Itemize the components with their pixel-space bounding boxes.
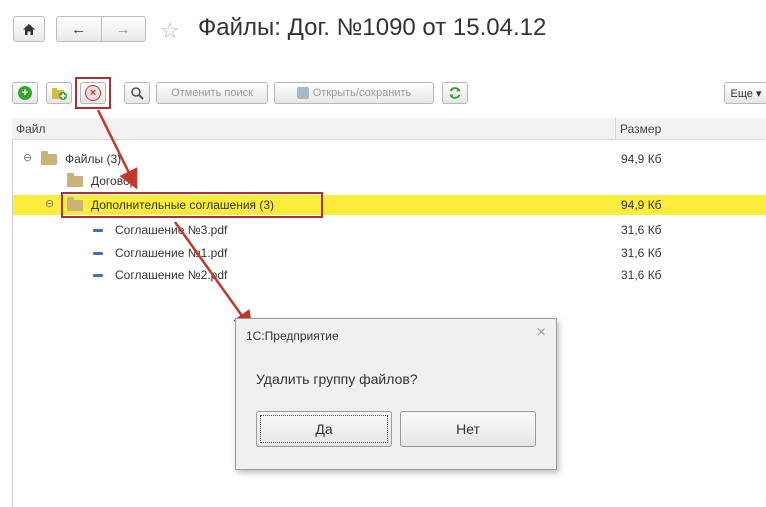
no-button-label: Нет [456, 421, 480, 437]
close-icon[interactable]: × [537, 324, 546, 342]
dialog-message: Удалить группу файлов? [256, 371, 418, 387]
arrow-to-folder [96, 109, 138, 190]
yes-button[interactable]: Да [256, 411, 392, 447]
no-button[interactable]: Нет [400, 411, 536, 447]
dialog-title: 1С:Предприятие [246, 329, 339, 343]
yes-button-label: Да [315, 421, 333, 437]
arrow-to-dialog [173, 221, 253, 332]
confirm-dialog: 1С:Предприятие × Удалить группу файлов? … [235, 318, 557, 470]
